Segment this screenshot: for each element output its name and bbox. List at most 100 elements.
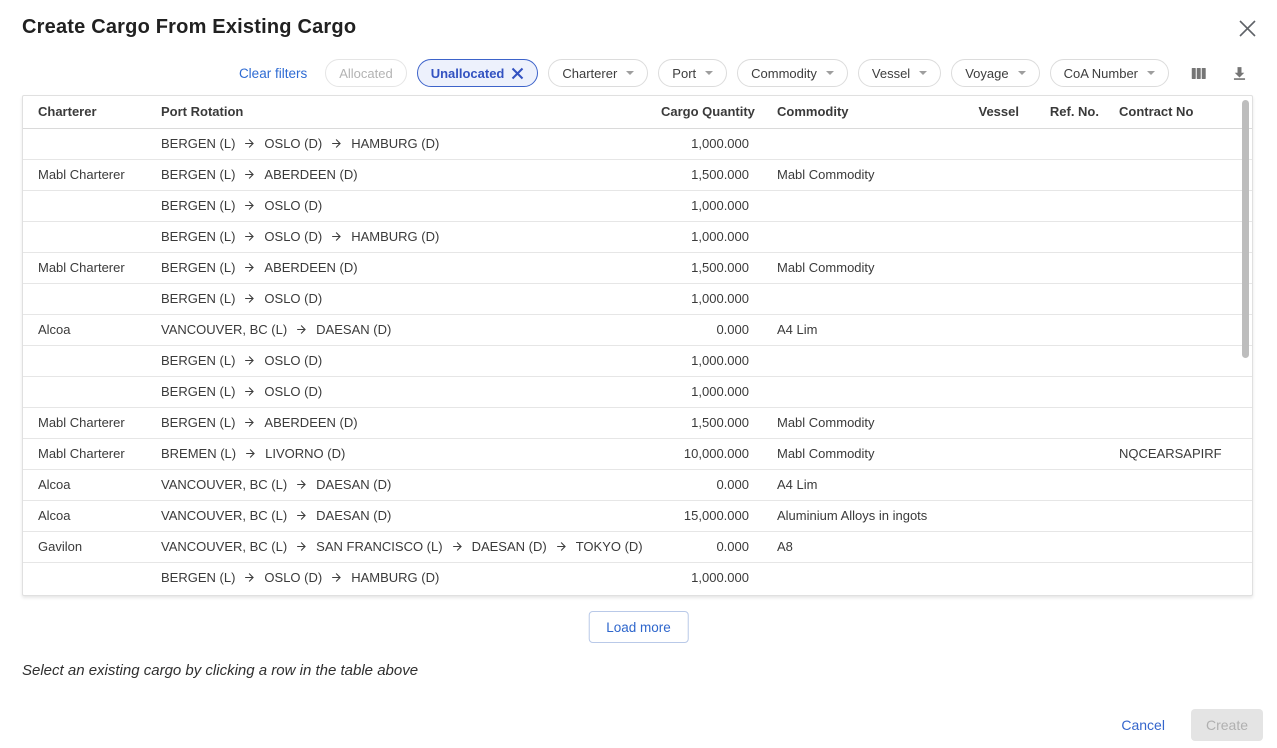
ref-no-cell: [1029, 531, 1109, 562]
commodity-cell: [759, 128, 959, 159]
arrow-forward-icon: [244, 447, 257, 460]
contract-no-cell: [1109, 376, 1252, 407]
ref-no-cell: [1029, 252, 1109, 283]
vertical-scrollbar[interactable]: [1242, 100, 1249, 358]
filter-dropdown-port[interactable]: Port: [658, 59, 727, 87]
port-name: BERGEN (L): [161, 167, 235, 182]
port-name: BERGEN (L): [161, 384, 235, 399]
cargo-quantity-cell: 1,500.000: [651, 252, 759, 283]
port-name: BREMEN (L): [161, 446, 236, 461]
vessel-cell: [959, 159, 1029, 190]
filter-dropdown-commodity[interactable]: Commodity: [737, 59, 848, 87]
cargo-quantity-cell: 0.000: [651, 469, 759, 500]
table-tools: [1187, 62, 1251, 85]
unallocated-filter-chip[interactable]: Unallocated: [417, 59, 539, 87]
arrow-forward-icon: [555, 540, 568, 553]
filter-dropdown-coa-number[interactable]: CoA Number: [1050, 59, 1169, 87]
table-row[interactable]: Mabl ChartererBERGEN (L)ABERDEEN (D)1,50…: [23, 407, 1252, 438]
arrow-forward-icon: [295, 509, 308, 522]
commodity-cell: Mabl Commodity: [759, 438, 959, 469]
ref-no-cell: [1029, 190, 1109, 221]
create-button[interactable]: Create: [1191, 709, 1263, 741]
port-name: OSLO (D): [264, 198, 322, 213]
cancel-button[interactable]: Cancel: [1105, 709, 1181, 741]
chevron-down-icon: [919, 71, 927, 75]
cargo-quantity-cell: 1,000.000: [651, 190, 759, 221]
port-name: ABERDEEN (D): [264, 260, 357, 275]
table-row[interactable]: Mabl ChartererBERGEN (L)ABERDEEN (D)1,50…: [23, 159, 1252, 190]
table-row[interactable]: AlcoaVANCOUVER, BC (L)DAESAN (D)0.000A4 …: [23, 469, 1252, 500]
charterer-cell: Mabl Charterer: [23, 159, 151, 190]
table-row[interactable]: AlcoaVANCOUVER, BC (L)DAESAN (D)0.000A4 …: [23, 314, 1252, 345]
ref-no-cell: [1029, 407, 1109, 438]
table-row[interactable]: AlcoaVANCOUVER, BC (L)DAESAN (D)15,000.0…: [23, 500, 1252, 531]
port-rotation-cell: BERGEN (L)ABERDEEN (D): [151, 159, 651, 190]
table-row[interactable]: BERGEN (L)OSLO (D)HAMBURG (D)1,000.000: [23, 562, 1252, 593]
remove-unallocated-filter-icon[interactable]: [511, 67, 524, 80]
vessel-cell: [959, 407, 1029, 438]
cargo-quantity-cell: 1,500.000: [651, 159, 759, 190]
arrow-forward-icon: [243, 199, 256, 212]
arrow-forward-icon: [243, 137, 256, 150]
port-name: DAESAN (D): [316, 477, 391, 492]
filter-dropdown-label: Port: [672, 66, 696, 81]
commodity-cell: [759, 190, 959, 221]
table-row[interactable]: BERGEN (L)OSLO (D)1,000.000: [23, 376, 1252, 407]
table-row[interactable]: GavilonVANCOUVER, BC (L)SAN FRANCISCO (L…: [23, 531, 1252, 562]
commodity-cell: [759, 562, 959, 593]
table-row[interactable]: BERGEN (L)OSLO (D)HAMBURG (D)1,000.000: [23, 221, 1252, 252]
contract-no-cell: [1109, 469, 1252, 500]
arrow-forward-icon: [295, 323, 308, 336]
port-name: BERGEN (L): [161, 353, 235, 368]
charterer-cell: [23, 562, 151, 593]
vessel-cell: [959, 345, 1029, 376]
ref-no-cell: [1029, 376, 1109, 407]
arrow-forward-icon: [243, 261, 256, 274]
download-icon[interactable]: [1228, 62, 1251, 85]
table-row[interactable]: BERGEN (L)OSLO (D)1,000.000: [23, 190, 1252, 221]
table-row[interactable]: BERGEN (L)OSLO (D)1,000.000: [23, 345, 1252, 376]
cargo-quantity-cell: 0.000: [651, 531, 759, 562]
contract-no-cell: [1109, 283, 1252, 314]
column-header-commodity: Commodity: [759, 96, 959, 128]
port-rotation-cell: BERGEN (L)OSLO (D): [151, 283, 651, 314]
port-rotation-cell: BERGEN (L)OSLO (D)HAMBURG (D): [151, 562, 651, 593]
port-name: HAMBURG (D): [351, 570, 439, 585]
port-rotation-cell: BERGEN (L)OSLO (D): [151, 376, 651, 407]
vessel-cell: [959, 376, 1029, 407]
charterer-cell: Mabl Charterer: [23, 252, 151, 283]
port-name: OSLO (D): [264, 291, 322, 306]
table-row[interactable]: Mabl ChartererBREMEN (L)LIVORNO (D)10,00…: [23, 438, 1252, 469]
contract-no-cell: [1109, 345, 1252, 376]
cargo-quantity-cell: 1,000.000: [651, 376, 759, 407]
filter-dropdown-charterer[interactable]: Charterer: [548, 59, 648, 87]
allocated-filter-chip[interactable]: Allocated: [325, 59, 406, 87]
charterer-cell: Alcoa: [23, 500, 151, 531]
load-more-button[interactable]: Load more: [588, 611, 689, 643]
columns-icon[interactable]: [1187, 62, 1210, 85]
filter-dropdown-voyage[interactable]: Voyage: [951, 59, 1039, 87]
table-row[interactable]: Mabl ChartererBERGEN (L)ABERDEEN (D)1,50…: [23, 252, 1252, 283]
port-rotation-cell: VANCOUVER, BC (L)SAN FRANCISCO (L)DAESAN…: [151, 531, 651, 562]
chevron-down-icon: [626, 71, 634, 75]
arrow-forward-icon: [243, 571, 256, 584]
port-name: HAMBURG (D): [351, 136, 439, 151]
column-header-port-rotation: Port Rotation: [151, 96, 651, 128]
table-row[interactable]: BERGEN (L)OSLO (D)1,000.000: [23, 283, 1252, 314]
table-header-row: ChartererPort RotationCargo QuantityComm…: [23, 96, 1252, 128]
helper-text: Select an existing cargo by clicking a r…: [22, 662, 418, 679]
charterer-cell: [23, 221, 151, 252]
port-rotation-cell: BERGEN (L)OSLO (D)HAMBURG (D): [151, 221, 651, 252]
chevron-down-icon: [1018, 71, 1026, 75]
chevron-down-icon: [705, 71, 713, 75]
filter-dropdown-label: Commodity: [751, 66, 817, 81]
port-name: OSLO (D): [264, 136, 322, 151]
filter-dropdown-label: Voyage: [965, 66, 1008, 81]
cargo-quantity-cell: 1,000.000: [651, 345, 759, 376]
table-row[interactable]: BERGEN (L)OSLO (D)HAMBURG (D)1,000.000: [23, 128, 1252, 159]
close-icon[interactable]: [1234, 15, 1260, 41]
clear-filters-link[interactable]: Clear filters: [239, 66, 307, 81]
filter-dropdown-vessel[interactable]: Vessel: [858, 59, 941, 87]
contract-no-cell: [1109, 252, 1252, 283]
chevron-down-icon: [1147, 71, 1155, 75]
